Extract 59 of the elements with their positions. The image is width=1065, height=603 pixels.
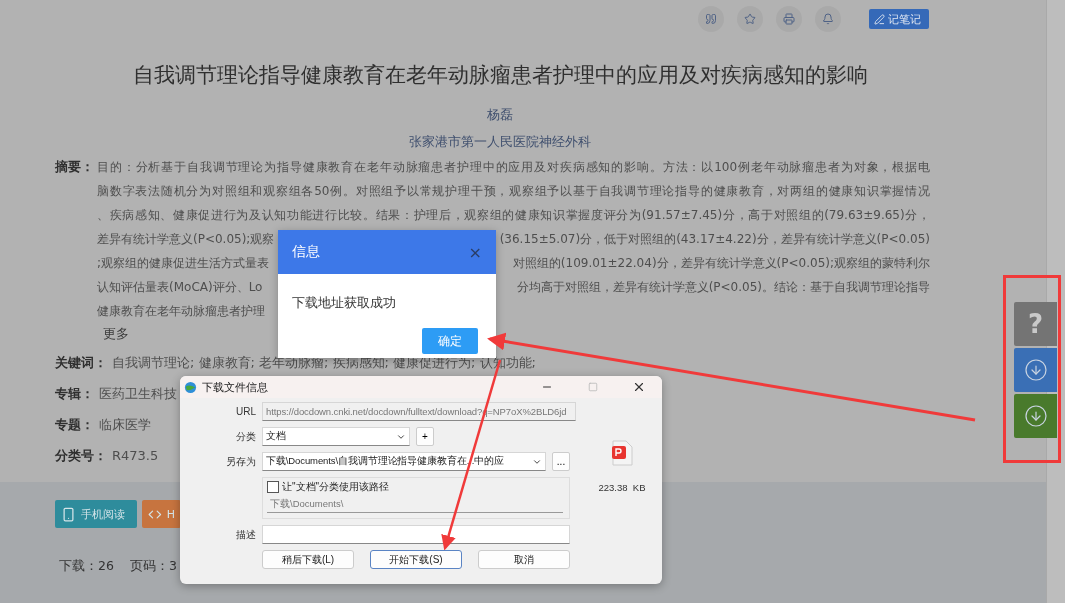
abstract-text: 认知评估量表(MoCA)评分、Lo [97,279,263,296]
download-icon [1023,404,1048,428]
default-path-field: 下载\Documents\ [267,496,563,513]
dialog-message: 下载地址获取成功 [292,294,397,312]
field-label: 关键词： [55,354,107,372]
author-name[interactable]: 杨磊 [0,106,1000,124]
checkbox[interactable] [267,481,279,493]
field-label: 专题： [55,416,94,434]
download-icon [1023,358,1048,382]
field-label: 分类号： [55,447,107,465]
stat-text: 下载：26 [59,558,114,575]
abstract-text: (36.15±5.07)分，低于对照组的(43.17±4.22)分，差异有统计学意义(P<0.05) [499,231,930,248]
field-value[interactable]: 临床医学 [99,413,151,437]
note-button[interactable]: 记笔记 [869,9,929,29]
abstract-text: 对照组的(109.01±22.04)分，差异有统计学意义(P<0.05);观察组的蒙特利尔 [512,255,930,272]
window-title: 下载文件信息 [202,379,269,395]
printer-icon[interactable] [776,6,802,32]
field-label: 专辑： [55,385,94,403]
dialog-title: 信息 [292,243,320,261]
field-label: 描述 [235,527,256,542]
field-value[interactable]: 医药卫生科技 [99,382,177,406]
abstract-text: 、疾病感知、健康促进行为及认知功能进行比较。结果：护理后，观察组的健康知识掌握度评分为(91.57±7.45)分，高于对照组的(79.63±9.65)分， [97,207,930,224]
field-label: URL [235,406,256,417]
abstract-text: ;观察组的健康促进生活方式量表 [97,255,270,272]
stat-text: 页码：3 [129,558,177,575]
download-button[interactable] [1014,394,1057,438]
more-link[interactable]: 更多 [103,326,129,341]
pen-icon [874,13,885,25]
add-button[interactable]: + [416,427,434,446]
field-value[interactable]: R473.5 [112,444,159,468]
field-label: 另存为 [225,454,256,469]
ok-button[interactable]: 确定 [422,328,478,354]
later-button[interactable]: 稍后下载(L) [262,550,354,569]
description-field[interactable] [262,525,570,544]
abstract-text: 健康教育在老年动脉瘤患者护理 [97,303,265,320]
close-button[interactable]: × [468,242,482,262]
quote-icon[interactable] [698,6,724,32]
category-select[interactable]: 文档 [262,427,410,446]
abstract-text: 差异有统计学意义(P<0.05);观察 [97,231,275,248]
mobile-read-button[interactable]: 手机阅读 [55,500,137,528]
abstract-text: 目的：分析基于自我调节理论为指导健康教育在老年动脉瘤患者护理中的应用及对疾病感知的影响。方法：以100例老年动脉瘤患者为对象，根据电 [97,159,930,176]
abstract-label: 摘要： [55,158,95,176]
help-button[interactable]: ? [1014,302,1057,346]
start-button[interactable]: 开始下载(S) [370,550,462,569]
file-size: 223.38 KB [598,482,646,493]
browse-button[interactable]: ... [552,452,570,471]
abstract-text: 脑数字表法随机分为对照组和观察组各50例。对照组予以常规护理干预，观察组予以基于自我调节理论指导的健康教育，对两组的健康知识掌握情况 [97,183,930,200]
globe-icon [184,380,197,394]
download-button[interactable] [1014,348,1057,392]
checkbox-label[interactable]: 让"文档"分类使用该路径 [282,480,390,494]
bell-icon[interactable] [815,6,841,32]
article-title: 自我调节理论指导健康教育在老年动脉瘤患者护理中的应用及对疾病感知的影响 [131,62,869,89]
abstract-text: 分均高于对照组，差异有统计学意义(P<0.05)。结论：基于自我调节理论指导 [516,279,930,296]
affiliation[interactable]: 张家港市第一人民医院神经外科 [0,133,1000,151]
html-read-button[interactable]: H [142,500,181,528]
field-label: 分类 [235,429,256,444]
phone-icon [61,506,76,522]
cancel-button[interactable]: 取消 [478,550,570,569]
file-icon [611,440,633,466]
